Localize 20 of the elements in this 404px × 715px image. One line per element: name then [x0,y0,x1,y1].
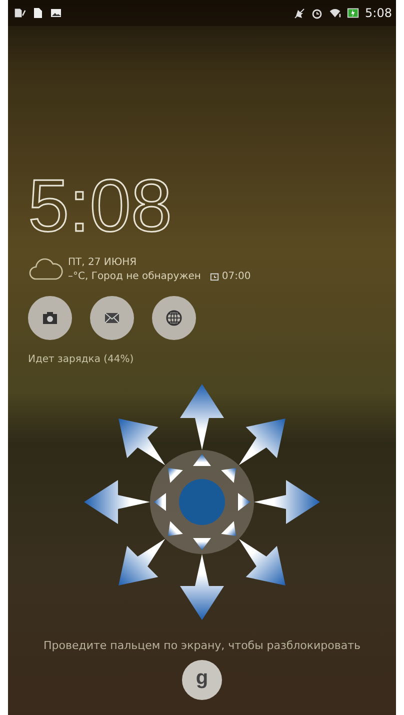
battery-charging-icon [347,7,360,19]
mute-icon [293,7,306,19]
cloud-icon [28,256,64,282]
alarm-time: 07:00 [222,270,251,282]
status-time: 5:08 [365,6,392,20]
weather-date: ПТ, 27 ИЮНЯ [68,256,138,268]
sim-card-icon [14,7,26,19]
unlock-hint: Проведите пальцем по экрану, чтобы разблокировать [43,639,360,652]
weather-location: –°С, Город не обнаружен [68,270,201,282]
document-icon [32,7,44,19]
mail-shortcut-button[interactable] [90,296,134,340]
clock-time: 5:08 [28,166,172,246]
wifi-icon [329,7,342,19]
globe-icon [164,308,184,328]
browser-shortcut-button[interactable] [152,296,196,340]
google-search-button[interactable]: g [182,660,222,700]
camera-shortcut-button[interactable] [28,296,72,340]
unlock-handle[interactable] [179,479,225,525]
charging-status: Идет зарядка (44%) [28,354,134,365]
image-icon [50,7,62,19]
